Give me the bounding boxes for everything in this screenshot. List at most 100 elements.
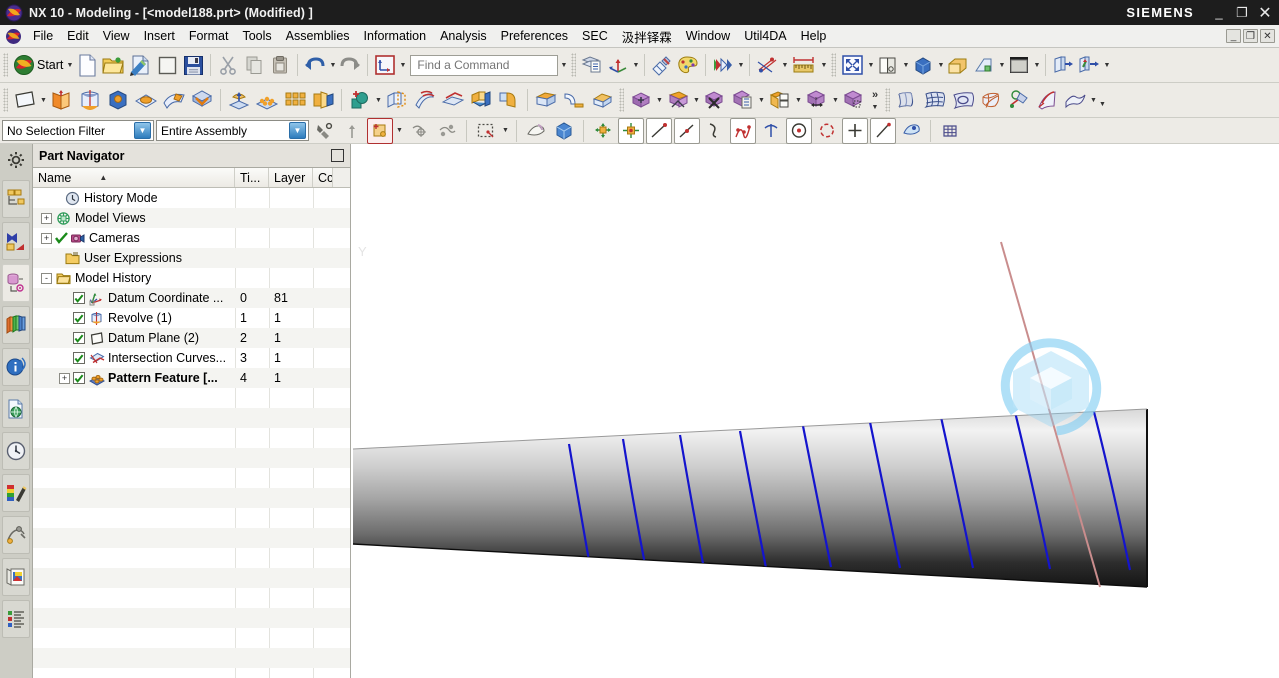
feature-suppress-checkbox[interactable] <box>73 352 85 364</box>
sew-button[interactable] <box>467 87 495 113</box>
expand-node-icon[interactable]: + <box>41 232 52 244</box>
offset-region-button[interactable]: x <box>803 87 831 113</box>
tree-row[interactable]: Intersection Curves... 3 1 <box>33 348 350 368</box>
column-header-name[interactable]: Name ▲ <box>33 168 235 187</box>
tree-row[interactable]: Revolve (1) 1 1 <box>33 308 350 328</box>
menu-item-tools[interactable]: Tools <box>235 27 278 45</box>
menu-item-window[interactable]: Window <box>679 27 737 45</box>
menu-item-format[interactable]: Format <box>182 27 236 45</box>
find-command-dropdown-arrow[interactable]: ▼ <box>559 52 568 78</box>
start-button[interactable]: Start <box>11 52 65 78</box>
close-button[interactable]: ✕ <box>1254 3 1276 23</box>
resize-face-button[interactable] <box>766 87 794 113</box>
sketch-button[interactable] <box>48 87 76 113</box>
wcs-dynamics-dropdown-arrow[interactable]: ▼ <box>631 52 640 78</box>
trim-sheet-button[interactable] <box>1033 87 1061 113</box>
sketch-constraints-button[interactable] <box>754 52 780 78</box>
expand-node-icon[interactable]: + <box>41 212 52 224</box>
palette-button[interactable] <box>675 52 701 78</box>
sidebar-item-system-materials[interactable] <box>2 474 30 512</box>
column-header-cc[interactable]: Cc <box>313 168 333 187</box>
section-view-button[interactable] <box>875 52 901 78</box>
delete-face-button[interactable] <box>664 87 692 113</box>
tree-row[interactable]: + Pattern Feature [... 4 1 <box>33 368 350 388</box>
snap-tangent-point-button[interactable] <box>758 118 784 144</box>
studio-surface-button[interactable] <box>949 87 977 113</box>
split-face-button[interactable] <box>729 87 757 113</box>
n-sided-surface-button[interactable] <box>977 87 1005 113</box>
sidebar-item-process-studio[interactable] <box>2 516 30 554</box>
menu-item-edit[interactable]: Edit <box>60 27 96 45</box>
paste-button[interactable] <box>267 52 293 78</box>
snap-point-on-face-button[interactable] <box>842 117 868 144</box>
up-one-level-button[interactable] <box>339 118 365 144</box>
expand-node-icon[interactable]: + <box>59 372 70 384</box>
offset-surface-button[interactable] <box>411 87 439 113</box>
maximize-button[interactable]: ❐ <box>1231 3 1253 23</box>
feature-suppress-checkbox[interactable] <box>73 332 85 344</box>
app-menu-icon[interactable] <box>4 28 23 45</box>
sidebar-item-assembly-navigator[interactable] <box>2 180 30 218</box>
graphics-viewport[interactable]: Y <box>351 144 1279 678</box>
view-plane-button[interactable] <box>971 52 997 78</box>
copy-button[interactable] <box>241 52 267 78</box>
delete-face-dropdown-arrow[interactable]: ▼ <box>692 87 701 113</box>
split-face-dropdown-arrow[interactable]: ▼ <box>757 87 766 113</box>
tree-row[interactable]: + Cameras <box>33 228 350 248</box>
collapse-node-icon[interactable]: - <box>41 272 52 284</box>
open-file-button[interactable] <box>100 52 127 78</box>
resize-face-dropdown-arrow[interactable]: ▼ <box>794 87 803 113</box>
shaded-dropdown-arrow[interactable]: ▼ <box>936 52 945 78</box>
snap-face-point-button[interactable] <box>898 118 924 144</box>
menu-item-information[interactable]: Information <box>357 27 434 45</box>
tree-row[interactable]: - Model History <box>33 268 350 288</box>
datum-dropdown-arrow[interactable]: ▼ <box>39 87 48 113</box>
snap-two-curve-intersection-button[interactable] <box>870 117 896 144</box>
extrude-button[interactable] <box>104 87 132 113</box>
menu-item-util4da[interactable]: Util4DA <box>737 27 793 45</box>
offset-region-dropdown-arrow[interactable]: ▼ <box>831 87 840 113</box>
sidebar-item-system-scene[interactable] <box>2 600 30 638</box>
select-feature-button[interactable] <box>434 118 460 144</box>
move-object-button[interactable] <box>1050 52 1076 78</box>
wcs-origin-dropdown-arrow[interactable]: ▼ <box>1102 52 1111 78</box>
chevron-down-icon[interactable]: ▼ <box>134 122 151 139</box>
background-color-button[interactable] <box>1006 52 1032 78</box>
toolbar-grip[interactable] <box>3 53 8 77</box>
rectangle-select-button[interactable] <box>473 118 499 144</box>
toolbar-grip[interactable] <box>831 53 837 77</box>
erase-highlight-button[interactable] <box>523 118 549 144</box>
layer-settings-button[interactable] <box>945 52 971 78</box>
shell-button[interactable] <box>160 87 188 113</box>
column-header-layer[interactable]: Layer <box>269 168 313 187</box>
chamfer-button[interactable] <box>532 87 560 113</box>
rectangle-select-dropdown-arrow[interactable]: ▼ <box>501 118 510 144</box>
sidebar-item-reuse-library[interactable] <box>2 306 30 344</box>
section-dropdown-arrow[interactable]: ▼ <box>901 52 910 78</box>
toolbar-grip[interactable] <box>571 53 577 77</box>
menu-item-insert[interactable]: Insert <box>137 27 182 45</box>
measure-button[interactable] <box>789 52 819 78</box>
snap-point-toggle-button[interactable] <box>367 117 393 144</box>
new-file-button[interactable] <box>74 52 100 78</box>
selection-filter-combo[interactable]: No Selection Filter ▼ <box>2 120 154 141</box>
menu-item-analysis[interactable]: Analysis <box>433 27 494 45</box>
tree-row[interactable]: User Expressions <box>33 248 350 268</box>
menu-item-assemblies[interactable]: Assemblies <box>279 27 357 45</box>
cad-model-render[interactable] <box>351 144 1279 640</box>
tree-row[interactable]: History Mode <box>33 188 350 208</box>
replace-face-button[interactable] <box>627 87 655 113</box>
mirror-feature-button[interactable] <box>281 87 309 113</box>
toolbar2-overflow-arrow[interactable]: ▼ <box>1098 92 1107 118</box>
shaded-view-button[interactable] <box>910 52 936 78</box>
hole-button[interactable] <box>132 87 160 113</box>
wcs-dropdown-arrow[interactable]: ▼ <box>398 52 407 78</box>
snap-end-point-button[interactable] <box>590 118 616 144</box>
unite-button[interactable] <box>188 87 216 113</box>
true-shading-button[interactable] <box>710 52 736 78</box>
copy-face-button[interactable] <box>701 87 729 113</box>
through-curves-button[interactable] <box>893 87 921 113</box>
snap-point-on-curve-button[interactable] <box>702 118 728 144</box>
thicken-button[interactable] <box>439 87 467 113</box>
menu-item-view[interactable]: View <box>96 27 137 45</box>
